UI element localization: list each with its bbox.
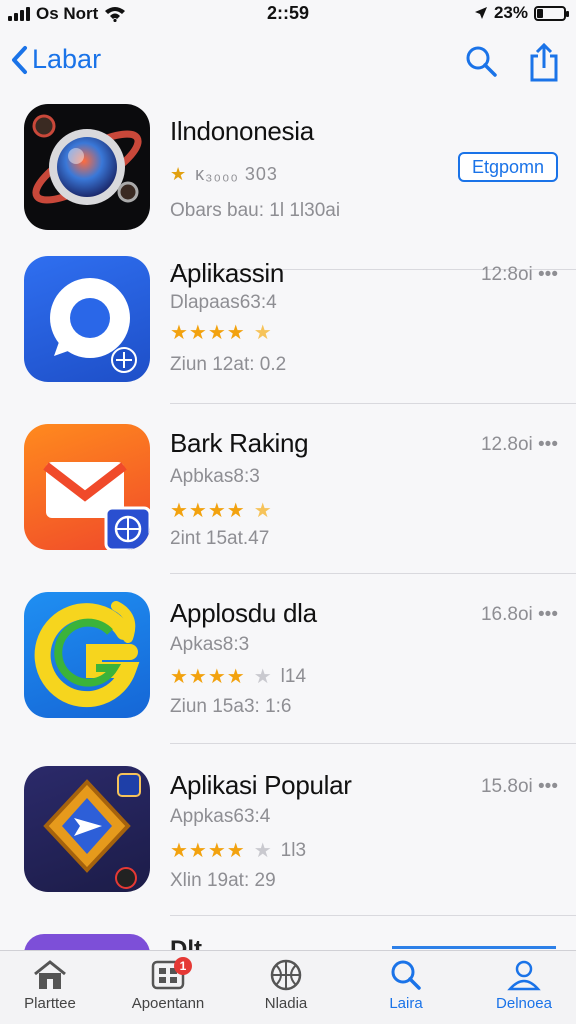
app-name: Applosdu dla <box>170 598 317 628</box>
basketball-icon <box>270 959 302 991</box>
tab-label: Delnoea <box>496 995 552 1012</box>
search-icon <box>391 960 421 990</box>
rating-count: 1l3 <box>280 839 307 861</box>
back-label: Labar <box>32 44 102 74</box>
tab-media[interactable]: Nladia <box>236 959 336 1012</box>
app-meta: 12.8oi ••• <box>481 434 558 456</box>
battery-icon <box>534 5 569 21</box>
status-bar: Os Nort 2::59 23% <box>0 0 576 28</box>
more-icon[interactable]: ••• <box>538 264 558 285</box>
more-icon[interactable]: ••• <box>538 434 558 455</box>
app-developer: Apbkas8:3 <box>170 466 260 487</box>
app-developer: Appkas63:4 <box>170 806 271 827</box>
app-icon-g-logo <box>24 592 150 718</box>
app-icon-chat-bubble <box>24 256 150 382</box>
star-rating: ★★★★ ★ 1l3 <box>170 839 307 863</box>
rating-count: l14 <box>280 665 307 687</box>
tab-home[interactable]: Plarttee <box>0 959 100 1012</box>
star-rating: ★★★★ ★ <box>170 500 273 522</box>
app-meta-value: 16.8oi <box>480 604 533 625</box>
tab-bar: Plarttee 1 Apoentann Nladia Laira Delnoe… <box>0 950 576 1024</box>
navigation-bar: Labar <box>0 36 576 92</box>
app-size: Obars bau: 1l 1l30ai <box>170 200 341 221</box>
app-name: Bark Raking <box>170 428 309 458</box>
app-meta: 12:8oi ••• <box>481 264 558 286</box>
more-icon[interactable]: ••• <box>538 776 558 797</box>
chevron-left-icon <box>12 45 27 74</box>
person-icon <box>507 960 541 991</box>
search-icon <box>466 46 497 77</box>
list-item[interactable]: Bark Raking Apbkas8:3 ★★★★ ★ 2int 15at.47… <box>0 404 576 574</box>
app-size: Xlin 19at: 29 <box>170 870 276 891</box>
share-button[interactable] <box>528 42 560 87</box>
get-button[interactable]: Etgpomn <box>458 152 558 182</box>
app-meta: 16.8oi ••• <box>481 604 558 626</box>
tab-apps[interactable]: 1 Apoentann <box>118 957 218 1012</box>
list-item[interactable]: Applosdu dla Apkas8:3 ★★★★ ★ l14 Ziun 15a3… <box>0 574 576 744</box>
app-developer: Dlapaas63:4 <box>170 292 277 313</box>
app-name: Aplikasi Popular <box>170 770 352 800</box>
location-arrow-icon <box>474 7 487 19</box>
app-icon-mail <box>24 424 150 550</box>
app-size: Ziun 15a3: 1:6 <box>170 696 292 717</box>
rating-text: ★ ᴋ₃₀₀₀ 303 <box>170 164 278 184</box>
tab-label: Apoentann <box>131 995 205 1012</box>
more-icon[interactable]: ••• <box>538 604 558 625</box>
app-developer: Apkas8:3 <box>170 634 250 655</box>
app-meta-value: 15.8oi <box>480 776 533 797</box>
star-rating: ★★★★ ★ <box>170 322 273 344</box>
tab-account[interactable]: Delnoea <box>474 959 574 1012</box>
star-rating: ★★★★ ★ l14 <box>170 665 307 689</box>
tab-search[interactable]: Laira <box>356 959 456 1012</box>
app-name: Ilndononesia <box>170 116 314 146</box>
share-icon <box>530 42 558 82</box>
list-item[interactable]: Aplikasi Popular Appkas63:4 ★★★★ ★ 1l3 Xli… <box>0 746 576 916</box>
app-size: Ziun 12at: 0.2 <box>170 354 287 375</box>
tab-label: Plarttee <box>24 995 76 1012</box>
list-item[interactable]: Aplikassin Dlapaas63:4 ★★★★ ★ Ziun 12at: … <box>0 234 576 404</box>
search-button[interactable] <box>464 44 498 83</box>
battery-percent: 23% <box>493 3 528 22</box>
status-right: 23% <box>474 3 569 23</box>
back-button[interactable]: Labar <box>10 44 101 75</box>
tab-label: Laira <box>389 995 423 1012</box>
tab-label: Nladia <box>264 995 308 1012</box>
app-icon-camera-planet <box>24 104 150 230</box>
app-name: Aplikassin <box>170 258 285 288</box>
home-icon <box>34 960 66 989</box>
app-size: 2int 15at.47 <box>170 528 270 549</box>
battery-level <box>537 8 543 18</box>
app-name-partial: Dlt... <box>170 936 222 950</box>
app-meta: 15.8oi ••• <box>481 776 558 798</box>
notification-badge: 1 <box>174 957 192 975</box>
app-meta-value: 12.8oi <box>480 434 533 455</box>
app-meta-value: 12:8oi <box>480 264 533 285</box>
rating-count: ᴋ₃₀₀₀ 303 <box>195 164 278 184</box>
app-icon-diamond <box>24 766 150 892</box>
scroll-indicator <box>392 946 556 949</box>
